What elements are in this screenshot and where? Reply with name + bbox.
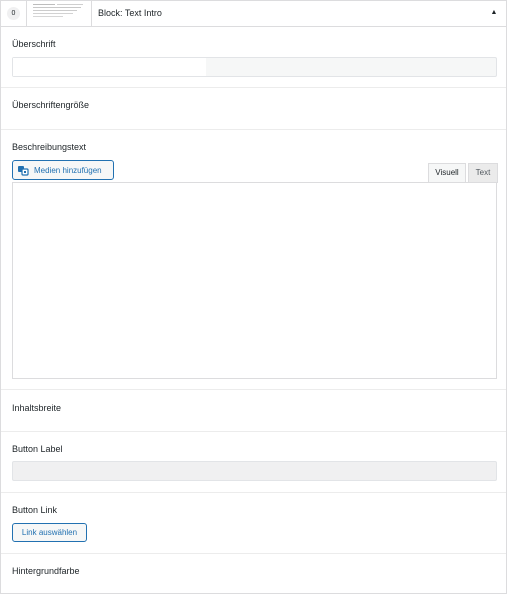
block-order-handle[interactable]: 0 bbox=[1, 1, 27, 26]
heading-label: Überschrift bbox=[12, 39, 56, 49]
block-title: Block: Text Intro bbox=[98, 8, 162, 18]
button-label-label: Button Label bbox=[12, 444, 63, 454]
description-label: Beschreibungstext bbox=[12, 142, 87, 152]
block-preview-thumbnail bbox=[27, 1, 92, 26]
description-editor[interactable] bbox=[12, 182, 497, 379]
block-order-number: 0 bbox=[7, 7, 20, 20]
select-link-button[interactable]: Link auswählen bbox=[12, 523, 87, 542]
add-media-button[interactable]: Medien hinzufügen bbox=[12, 160, 114, 180]
tab-text[interactable]: Text bbox=[468, 163, 498, 183]
field-background-color: Hintergrundfarbe bbox=[1, 554, 506, 593]
tab-visual[interactable]: Visuell bbox=[428, 163, 466, 183]
content-width-label: Inhaltsbreite bbox=[12, 403, 62, 413]
acf-block-panel: 0 Block: Text Intro ▲ Überschrift Übersc… bbox=[0, 0, 507, 594]
button-label-input[interactable] bbox=[12, 461, 497, 481]
heading-size-label: Überschriftengröße bbox=[12, 100, 90, 110]
preview-thumbnail-image bbox=[33, 4, 83, 17]
button-link-label: Button Link bbox=[12, 505, 58, 515]
field-heading: Überschrift bbox=[1, 27, 506, 88]
add-media-label: Medien hinzufügen bbox=[34, 165, 102, 175]
media-icon bbox=[18, 165, 29, 176]
background-color-label: Hintergrundfarbe bbox=[12, 566, 80, 576]
block-header[interactable]: 0 Block: Text Intro ▲ bbox=[1, 1, 506, 27]
field-content-width: Inhaltsbreite bbox=[1, 390, 506, 432]
field-heading-size: Überschriftengröße bbox=[1, 88, 506, 130]
field-button-label: Button Label bbox=[1, 432, 506, 493]
collapse-toggle-icon[interactable]: ▲ bbox=[488, 7, 500, 19]
heading-input[interactable] bbox=[12, 57, 497, 77]
